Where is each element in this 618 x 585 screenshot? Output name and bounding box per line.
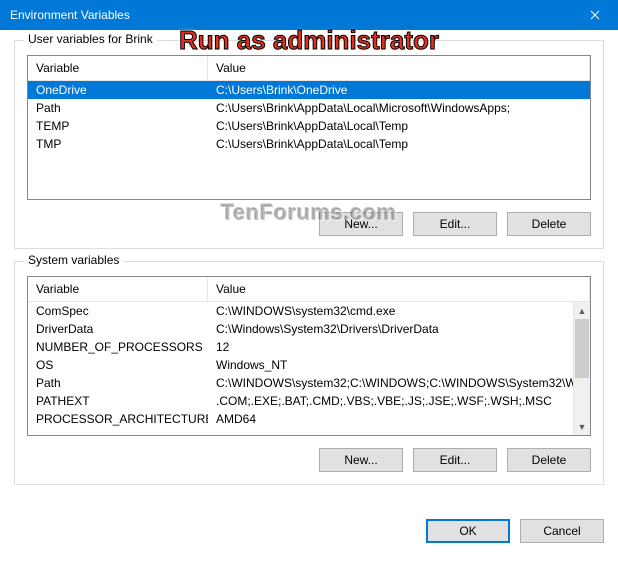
variable-name: DriverData bbox=[28, 320, 208, 338]
variable-name: TMP bbox=[28, 135, 208, 153]
system-col-variable[interactable]: Variable bbox=[28, 277, 208, 301]
table-row[interactable]: NUMBER_OF_PROCESSORS12 bbox=[28, 338, 573, 356]
variable-name: PROCESSOR_ARCHITECTURE bbox=[28, 410, 208, 428]
table-row[interactable]: PATHEXT.COM;.EXE;.BAT;.CMD;.VBS;.VBE;.JS… bbox=[28, 392, 573, 410]
close-icon bbox=[590, 10, 600, 20]
variable-name: TEMP bbox=[28, 117, 208, 135]
variable-value: AMD64 bbox=[208, 410, 573, 428]
system-group-legend: System variables bbox=[24, 253, 123, 267]
user-variables-group: User variables for Brink Variable Value … bbox=[14, 40, 604, 249]
table-row[interactable]: TEMPC:\Users\Brink\AppData\Local\Temp bbox=[28, 117, 590, 135]
system-edit-button[interactable]: Edit... bbox=[413, 448, 497, 472]
variable-value: C:\Users\Brink\OneDrive bbox=[208, 81, 590, 99]
table-row[interactable]: ComSpecC:\WINDOWS\system32\cmd.exe bbox=[28, 302, 573, 320]
system-scrollbar[interactable]: ▲ ▼ bbox=[573, 302, 590, 435]
system-list-header: Variable Value bbox=[28, 277, 590, 302]
close-button[interactable] bbox=[572, 0, 618, 30]
system-variables-list[interactable]: Variable Value ComSpecC:\WINDOWS\system3… bbox=[27, 276, 591, 436]
system-delete-button[interactable]: Delete bbox=[507, 448, 591, 472]
variable-name: Path bbox=[28, 374, 208, 392]
table-row[interactable]: PathC:\Users\Brink\AppData\Local\Microso… bbox=[28, 99, 590, 117]
table-row[interactable]: PathC:\WINDOWS\system32;C:\WINDOWS;C:\WI… bbox=[28, 374, 573, 392]
variable-value: C:\WINDOWS\system32\cmd.exe bbox=[208, 302, 573, 320]
user-col-value[interactable]: Value bbox=[208, 56, 590, 80]
table-row[interactable]: TMPC:\Users\Brink\AppData\Local\Temp bbox=[28, 135, 590, 153]
variable-value: 12 bbox=[208, 338, 573, 356]
window-title: Environment Variables bbox=[10, 8, 130, 22]
variable-name: OS bbox=[28, 356, 208, 374]
dialog-footer: OK Cancel bbox=[0, 511, 618, 557]
user-group-legend: User variables for Brink bbox=[24, 32, 157, 46]
scroll-up-icon[interactable]: ▲ bbox=[574, 302, 590, 319]
variable-value: Windows_NT bbox=[208, 356, 573, 374]
variable-name: OneDrive bbox=[28, 81, 208, 99]
table-row[interactable]: PROCESSOR_ARCHITECTUREAMD64 bbox=[28, 410, 573, 428]
titlebar: Environment Variables bbox=[0, 0, 618, 30]
user-list-header: Variable Value bbox=[28, 56, 590, 81]
table-row[interactable]: DriverDataC:\Windows\System32\Drivers\Dr… bbox=[28, 320, 573, 338]
variable-name: ComSpec bbox=[28, 302, 208, 320]
cancel-button[interactable]: Cancel bbox=[520, 519, 604, 543]
user-delete-button[interactable]: Delete bbox=[507, 212, 591, 236]
dialog-body: User variables for Brink Variable Value … bbox=[0, 30, 618, 511]
table-row[interactable]: OSWindows_NT bbox=[28, 356, 573, 374]
variable-value: .COM;.EXE;.BAT;.CMD;.VBS;.VBE;.JS;.JSE;.… bbox=[208, 392, 573, 410]
scroll-thumb[interactable] bbox=[575, 319, 589, 378]
system-col-value[interactable]: Value bbox=[208, 277, 590, 301]
variable-name: PATHEXT bbox=[28, 392, 208, 410]
scroll-down-icon[interactable]: ▼ bbox=[574, 418, 590, 435]
user-col-variable[interactable]: Variable bbox=[28, 56, 208, 80]
ok-button[interactable]: OK bbox=[426, 519, 510, 543]
variable-name: NUMBER_OF_PROCESSORS bbox=[28, 338, 208, 356]
variable-value: C:\Users\Brink\AppData\Local\Temp bbox=[208, 135, 590, 153]
user-new-button[interactable]: New... bbox=[319, 212, 403, 236]
variable-value: C:\Users\Brink\AppData\Local\Microsoft\W… bbox=[208, 99, 590, 117]
variable-value: C:\WINDOWS\system32;C:\WINDOWS;C:\WINDOW… bbox=[208, 374, 573, 392]
table-row[interactable]: OneDriveC:\Users\Brink\OneDrive bbox=[28, 81, 590, 99]
system-variables-group: System variables Variable Value ComSpecC… bbox=[14, 261, 604, 485]
user-edit-button[interactable]: Edit... bbox=[413, 212, 497, 236]
system-new-button[interactable]: New... bbox=[319, 448, 403, 472]
variable-value: C:\Windows\System32\Drivers\DriverData bbox=[208, 320, 573, 338]
variable-name: Path bbox=[28, 99, 208, 117]
variable-value: C:\Users\Brink\AppData\Local\Temp bbox=[208, 117, 590, 135]
user-variables-list[interactable]: Variable Value OneDriveC:\Users\Brink\On… bbox=[27, 55, 591, 200]
scroll-track[interactable] bbox=[574, 319, 590, 418]
